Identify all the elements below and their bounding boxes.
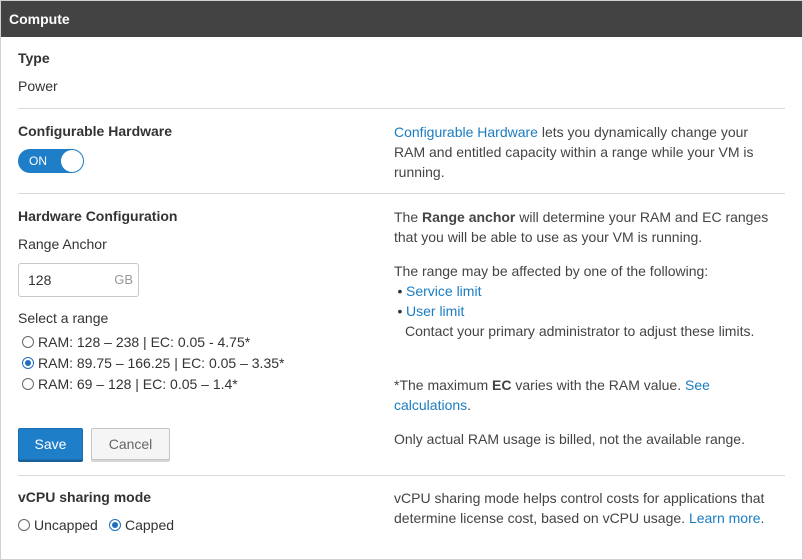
range-option-label: RAM: 128 – 238 | EC: 0.05 - 4.75* xyxy=(38,334,251,350)
vcpu-description: vCPU sharing mode helps control costs fo… xyxy=(394,488,769,528)
divider xyxy=(18,193,785,194)
vcpu-option-uncapped[interactable]: Uncapped xyxy=(18,515,98,535)
configurable-hardware-description: Configurable Hardware lets you dynamical… xyxy=(394,122,769,182)
vcpu-option-capped[interactable]: Capped xyxy=(109,515,174,535)
range-anchor-description: The Range anchor will determine your RAM… xyxy=(394,207,769,247)
billing-description: Only actual RAM usage is billed, not the… xyxy=(394,431,745,447)
radio-button-selected[interactable] xyxy=(109,519,121,531)
type-label: Type xyxy=(18,50,50,66)
radio-button[interactable] xyxy=(22,336,34,348)
vcpu-option-label: Uncapped xyxy=(34,517,98,533)
configurable-hardware-link[interactable]: Configurable Hardware xyxy=(394,124,538,140)
configurable-hardware-toggle[interactable]: ON xyxy=(18,149,84,173)
service-limit-item: • Service limit xyxy=(394,281,769,301)
toggle-label: ON xyxy=(29,154,47,168)
save-button[interactable]: Save xyxy=(18,428,83,460)
range-option-label: RAM: 69 – 128 | EC: 0.05 – 1.4* xyxy=(38,376,238,392)
divider xyxy=(18,475,785,476)
desc-text: *The maximum xyxy=(394,377,493,393)
panel-header: Compute xyxy=(1,1,802,37)
user-limit-item: • User limit xyxy=(394,301,769,321)
service-limit-link[interactable]: Service limit xyxy=(406,283,481,299)
radio-button-selected[interactable] xyxy=(22,357,34,369)
desc-text: . xyxy=(467,397,472,413)
toggle-knob xyxy=(61,150,83,172)
user-limit-link[interactable]: User limit xyxy=(406,303,464,319)
ec-bold: EC xyxy=(492,377,512,393)
range-option-1[interactable]: RAM: 128 – 238 | EC: 0.05 - 4.75* xyxy=(22,332,250,352)
bullet-icon: • xyxy=(397,303,403,319)
radio-button[interactable] xyxy=(22,378,34,390)
range-limits-description: The range may be affected by one of the … xyxy=(394,261,769,341)
range-anchor-bold: Range anchor xyxy=(422,209,516,225)
range-option-3[interactable]: RAM: 69 – 128 | EC: 0.05 – 1.4* xyxy=(22,374,238,394)
type-value: Power xyxy=(18,78,58,94)
ec-max-description: *The maximum EC varies with the RAM valu… xyxy=(394,375,769,415)
cancel-button[interactable]: Cancel xyxy=(91,428,170,460)
vcpu-option-label: Capped xyxy=(125,517,175,533)
range-anchor-field[interactable]: GB xyxy=(18,263,139,297)
learn-more-link[interactable]: Learn more xyxy=(689,510,761,526)
desc-text: varies with the RAM value. xyxy=(511,377,685,393)
radio-button[interactable] xyxy=(18,519,30,531)
contact-admin-text: Contact your primary administrator to ad… xyxy=(405,323,755,339)
bullet-icon: • xyxy=(397,283,403,299)
range-option-label: RAM: 89.75 – 166.25 | EC: 0.05 – 3.35* xyxy=(38,355,285,371)
range-anchor-unit: GB xyxy=(114,272,133,287)
range-anchor-input[interactable] xyxy=(19,264,109,296)
compute-panel: Compute Type Power Configurable Hardware… xyxy=(0,0,803,560)
divider xyxy=(18,108,785,109)
range-option-2[interactable]: RAM: 89.75 – 166.25 | EC: 0.05 – 3.35* xyxy=(22,353,284,373)
range-limits-intro: The range may be affected by one of the … xyxy=(394,263,709,279)
desc-text: The xyxy=(394,209,423,225)
desc-text: . xyxy=(760,510,765,526)
